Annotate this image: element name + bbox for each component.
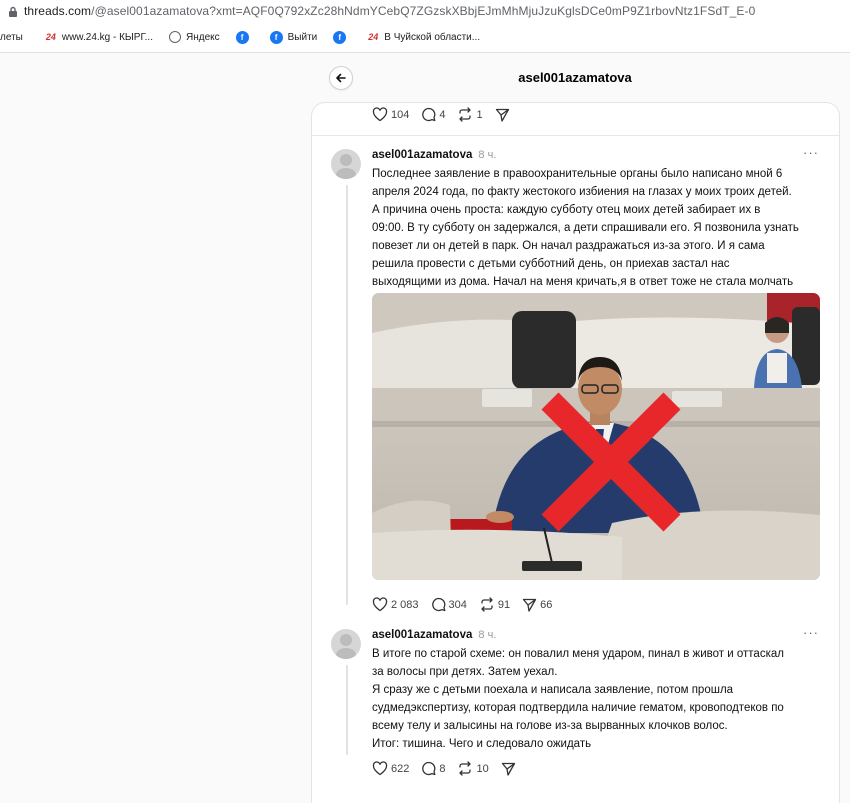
reply-button[interactable]: 8 <box>421 761 445 776</box>
like-button[interactable]: 2 083 <box>372 597 419 612</box>
heart-icon <box>372 761 388 776</box>
globe-icon <box>168 31 181 43</box>
bookmark-item[interactable]: 24 В Чуйской области... <box>367 31 480 44</box>
heart-icon <box>372 107 388 122</box>
24kg-logo-icon: 24 <box>368 32 379 42</box>
reply-button[interactable]: 304 <box>431 597 467 612</box>
repost-icon <box>459 107 472 122</box>
post-actions: 2 083 304 91 66 <box>372 597 564 612</box>
repost-count: 1 <box>476 108 483 121</box>
parliament-photo <box>372 293 820 580</box>
reply-count: 8 <box>439 762 446 775</box>
back-button[interactable] <box>329 66 353 90</box>
like-count: 104 <box>391 108 410 121</box>
repost-button[interactable]: 91 <box>479 597 510 612</box>
post-actions: 622 8 10 <box>372 761 531 776</box>
like-button[interactable]: 622 <box>372 761 409 776</box>
bookmark-item[interactable]: f <box>235 30 254 44</box>
share-button[interactable] <box>495 108 513 122</box>
post-meta: asel001azamatova 8 ч. <box>372 149 496 161</box>
like-count: 2 083 <box>391 598 419 611</box>
reply-button[interactable]: 4 <box>421 107 445 122</box>
url-text[interactable]: threads.com/@asel001azamatova?xmt=AQF0Q7… <box>24 4 755 18</box>
bookmark-label: www.24.kg - КЫРГ... <box>61 31 153 43</box>
24kg-logo-icon: 24 <box>45 32 56 42</box>
comment-icon <box>422 107 436 122</box>
bookmark-item[interactable]: f Выйти <box>269 30 318 44</box>
send-icon <box>522 598 537 612</box>
bookmark-item[interactable]: леты <box>0 32 23 43</box>
facebook-icon: f <box>333 30 347 44</box>
facebook-icon: f <box>235 30 249 44</box>
repost-icon <box>481 597 493 612</box>
lock-icon <box>8 6 18 17</box>
repost-count: 91 <box>497 598 511 611</box>
more-options-icon[interactable]: ··· <box>803 145 819 160</box>
bookmark-label: Яндекс <box>185 31 220 43</box>
bookmarks-bar: леты 24 www.24.kg - КЫРГ... Яндекс f f В… <box>0 22 850 53</box>
profile-header: asel001azamatova <box>311 52 839 102</box>
post-image[interactable] <box>372 293 820 580</box>
facebook-icon: f <box>269 30 283 44</box>
share-button[interactable]: 66 <box>522 598 552 612</box>
divider <box>312 135 839 136</box>
comment-icon <box>431 597 445 612</box>
bookmark-item[interactable]: f <box>333 30 351 44</box>
post-time[interactable]: 8 ч. <box>478 629 496 641</box>
post-text: Последнее заявление в правоохранительные… <box>372 168 799 288</box>
username[interactable]: asel001azamatova <box>372 629 472 641</box>
repost-button[interactable]: 1 <box>457 107 483 122</box>
reply-count: 304 <box>448 598 467 611</box>
profile-title: asel001azamatova <box>518 69 632 85</box>
bookmark-item[interactable]: Яндекс <box>168 31 220 43</box>
thread-line <box>346 185 348 605</box>
more-options-icon[interactable]: ··· <box>803 625 819 640</box>
arrow-left-icon <box>336 73 346 83</box>
thread-feed: 104 4 1 asel001azamatova 8 ч. ··· Послед… <box>311 102 840 803</box>
send-icon <box>501 762 515 776</box>
send-icon <box>495 108 509 122</box>
post-time[interactable]: 8 ч. <box>478 149 496 161</box>
repost-count: 10 <box>476 762 489 775</box>
browser-url-bar[interactable]: threads.com/@asel001azamatova?xmt=AQF0Q7… <box>0 0 850 22</box>
post-meta: asel001azamatova 8 ч. <box>372 629 496 641</box>
share-count: 66 <box>540 598 553 611</box>
post-actions: 104 4 1 <box>372 107 525 122</box>
share-button[interactable] <box>501 762 519 776</box>
repost-icon <box>459 761 472 776</box>
bookmark-item[interactable]: 24 www.24.kg - КЫРГ... <box>45 31 153 44</box>
heart-icon <box>372 597 388 612</box>
reply-count: 4 <box>439 108 446 121</box>
like-button[interactable]: 104 <box>372 107 409 122</box>
bookmark-label: В Чуйской области... <box>384 31 481 43</box>
avatar[interactable] <box>331 629 361 659</box>
bookmark-label: леты <box>0 31 23 43</box>
avatar[interactable] <box>331 149 361 179</box>
username[interactable]: asel001azamatova <box>372 149 472 161</box>
bookmark-label: Выйти <box>287 31 318 43</box>
post-text: В итоге по старой схеме: он повалил меня… <box>372 648 784 750</box>
like-count: 622 <box>391 762 410 775</box>
comment-icon <box>422 761 436 776</box>
repost-button[interactable]: 10 <box>457 761 489 776</box>
thread-line <box>346 665 348 755</box>
